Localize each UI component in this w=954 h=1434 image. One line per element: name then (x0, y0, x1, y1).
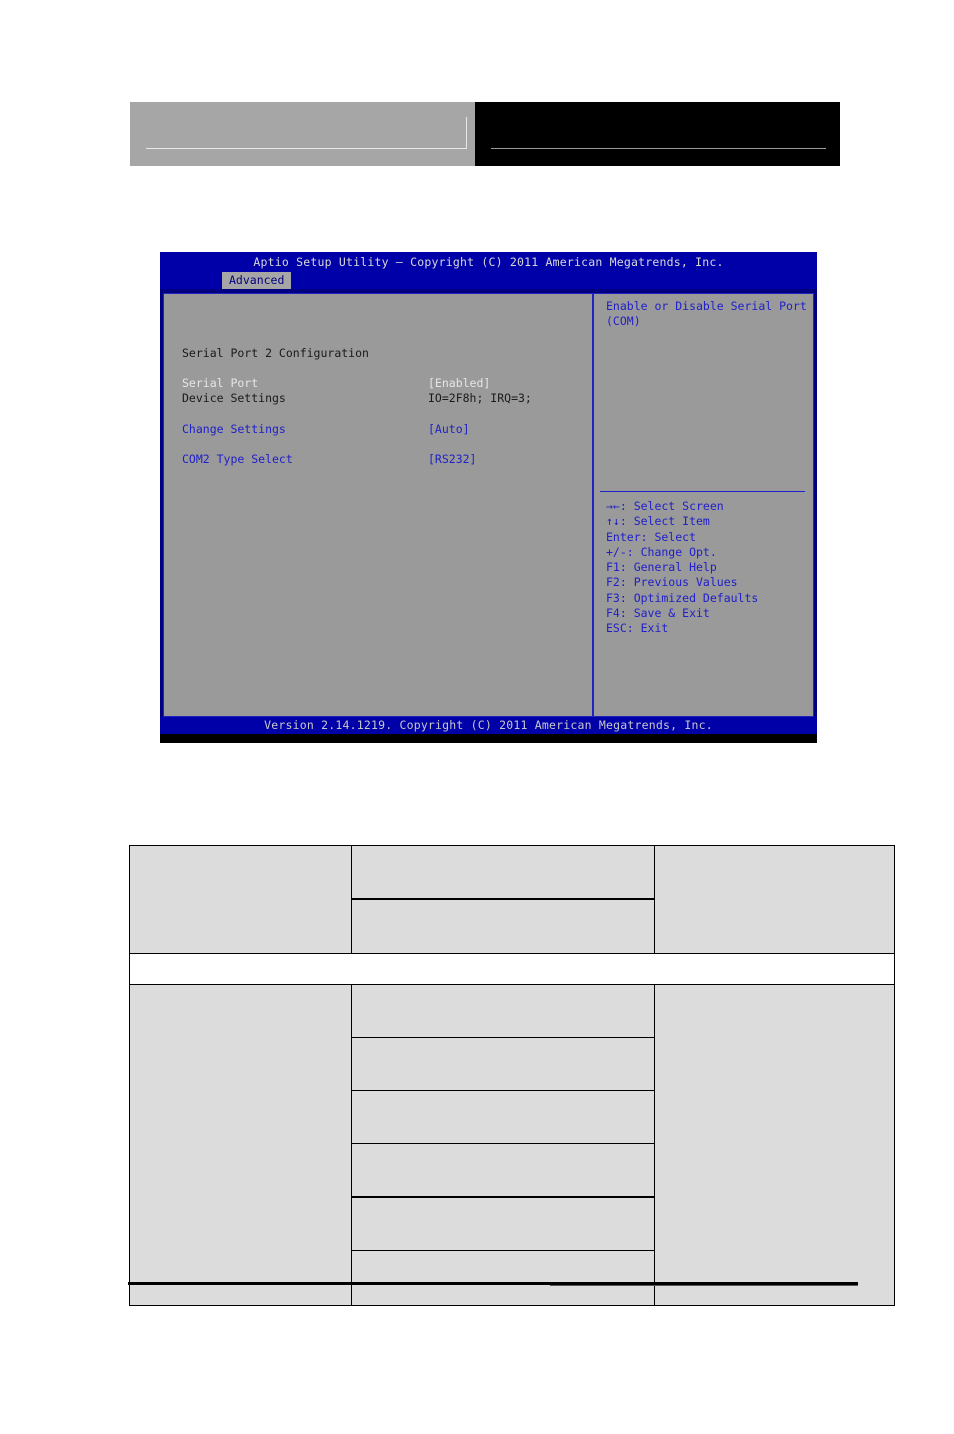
help-divider (600, 491, 805, 492)
table-bottom-cell-c3 (654, 984, 895, 1306)
option-spacer-2 (182, 437, 586, 452)
key-legend-select-item: ↑↓: Select Item (606, 514, 710, 529)
spec-table-top (129, 845, 895, 1007)
option-row-serial-port[interactable]: Serial Port [Enabled] (182, 376, 586, 391)
table-bottom-cell-c2-r1 (351, 984, 655, 1038)
option-label-change-settings: Change Settings (182, 421, 286, 436)
section-title: Serial Port 2 Configuration (182, 346, 369, 360)
option-value-device-settings: IO=2F8h; IRQ=3; (428, 391, 532, 406)
key-legend-save-exit: F4: Save & Exit (606, 606, 710, 621)
bios-title-bar: Aptio Setup Utility – Copyright (C) 2011… (160, 252, 817, 272)
option-value-serial-port: [Enabled] (428, 376, 491, 390)
option-spacer-1 (182, 407, 586, 422)
option-label-device-settings: Device Settings (182, 391, 286, 406)
key-legend-enter-select: Enter: Select (606, 529, 697, 544)
bios-version-footer: Version 2.14.1219. Copyright (C) 2011 Am… (160, 717, 817, 734)
key-legend-previous-values: F2: Previous Values (606, 575, 738, 590)
table-row (129, 845, 895, 954)
table-bottom-cell-c1 (129, 984, 352, 1306)
header-right-block (475, 102, 840, 166)
option-label-com2-type-select: COM2 Type Select (182, 452, 293, 467)
option-value-com2-type-select: [RS232] (428, 452, 477, 467)
header-left-rule (146, 148, 467, 149)
option-row-change-settings[interactable]: Change Settings [Auto] (182, 422, 586, 437)
table-row (129, 984, 895, 1306)
key-legend-optimized-defaults: F3: Optimized Defaults (606, 590, 759, 605)
table-bottom-cell-c2-r2 (351, 1037, 655, 1091)
option-row-device-settings: Device Settings IO=2F8h; IRQ=3; (182, 391, 586, 406)
bios-key-legend: →←: Select Screen ↑↓: Select Item Enter:… (606, 499, 807, 637)
table-bottom-cell-c2-r5 (351, 1196, 655, 1251)
header-left-block (130, 102, 475, 166)
header-left-vertical-rule (466, 117, 467, 149)
bios-tab-row: Advanced (160, 272, 817, 289)
help-description: Enable or Disable Serial Port (COM) (606, 299, 807, 330)
table-top-cell-r1c1 (129, 845, 352, 954)
table-top-cell-r1c3 (654, 845, 895, 954)
bios-help-pane: Enable or Disable Serial Port (COM) →←: … (594, 294, 813, 716)
spec-table-bottom (129, 984, 895, 1306)
header-right-rule (491, 148, 826, 149)
table-bottom-cell-c2-r4 (351, 1143, 655, 1198)
help-description-line-1: Enable or Disable Serial Port (606, 299, 807, 313)
bios-body: Serial Port 2 Configuration Serial Port … (160, 289, 817, 720)
bios-option-list: Serial Port [Enabled] Device Settings IO… (182, 376, 586, 468)
page-header-banner (130, 102, 840, 166)
bios-footer-black-strip (160, 734, 817, 743)
option-value-change-settings: [Auto] (428, 421, 470, 436)
bios-setup-window: Aptio Setup Utility – Copyright (C) 2011… (160, 252, 817, 743)
key-legend-select-screen: →←: Select Screen (606, 499, 724, 513)
option-row-com2-type-select[interactable]: COM2 Type Select [RS232] (182, 452, 586, 467)
tab-advanced[interactable]: Advanced (222, 272, 292, 289)
key-legend-esc-exit: ESC: Exit (606, 621, 669, 636)
help-description-line-2: (COM) (606, 314, 641, 329)
option-label-serial-port: Serial Port (182, 376, 259, 390)
table-bottom-cell-c2-r6 (351, 1250, 655, 1306)
key-legend-change-opt: +/-: Change Opt. (606, 544, 717, 559)
key-legend-general-help: F1: General Help (606, 560, 717, 575)
table-top-cell-r2c2 (351, 898, 655, 954)
bios-panes: Serial Port 2 Configuration Serial Port … (163, 293, 814, 717)
table-top-cell-r1c2 (351, 845, 655, 900)
footer-horizontal-rule-thin (550, 1285, 858, 1286)
bios-settings-pane: Serial Port 2 Configuration Serial Port … (164, 294, 594, 716)
table-bottom-cell-c2-r3 (351, 1090, 655, 1144)
